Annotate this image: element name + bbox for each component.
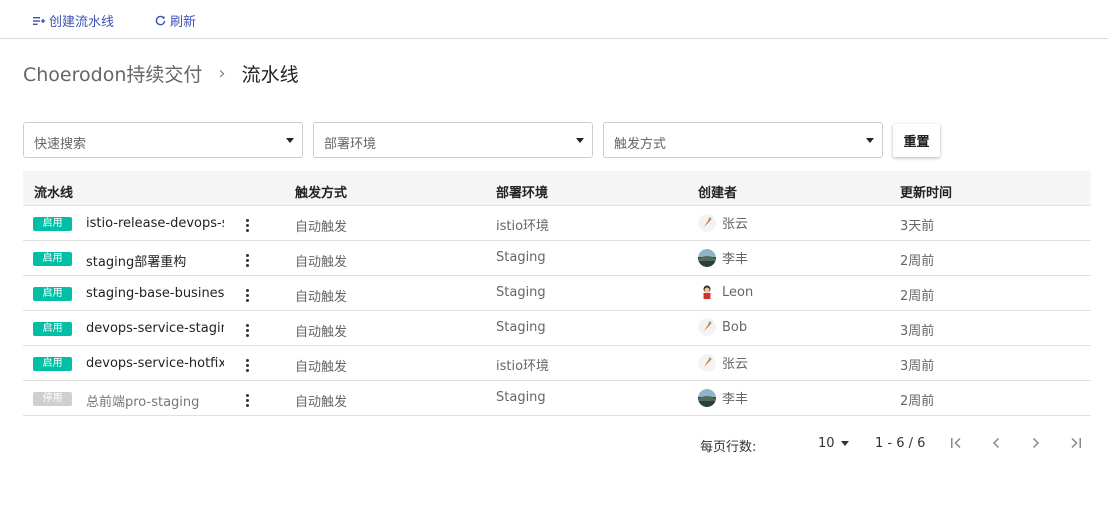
pipeline-name[interactable]: staging部署重构 xyxy=(86,251,224,270)
creator-cell: Bob xyxy=(698,318,747,336)
more-actions-icon[interactable] xyxy=(243,359,251,373)
table-row[interactable]: 停用 总前端pro-staging 自动触发 Staging 李丰 2周前 xyxy=(23,381,1091,416)
trigger-cell: 自动触发 xyxy=(295,220,348,235)
creator-name: Leon xyxy=(722,284,754,300)
status-badge: 启用 xyxy=(33,252,72,266)
creator-name: Bob xyxy=(722,319,748,335)
table-row[interactable]: 启用 staging-base-business 自动触发 Staging Leon 2周… xyxy=(23,276,1091,311)
env-select[interactable]: 部署环境 xyxy=(313,122,593,158)
env-cell: Staging xyxy=(496,250,546,265)
avatar xyxy=(698,388,716,407)
env-cell: istio环境 xyxy=(496,359,550,374)
table-row[interactable]: 启用 devops-service-staging 自动触发 Staging Bob 3周… xyxy=(23,311,1091,346)
rows-per-page-select[interactable]: 10 xyxy=(818,436,849,451)
env-cell: Staging xyxy=(496,390,546,405)
pipeline-name[interactable]: devops-service-staging xyxy=(86,321,224,336)
column-header-env[interactable]: 部署环境 xyxy=(496,182,548,201)
status-badge: 启用 xyxy=(33,357,72,371)
updated-cell: 3天前 xyxy=(900,219,935,234)
table-row[interactable]: 启用 devops-service-hotfix 自动触发 istio环境 张云 3周前 xyxy=(23,346,1091,381)
refresh-button[interactable]: 刷新 xyxy=(155,11,196,30)
env-placeholder: 部署环境 xyxy=(324,137,377,152)
pipeline-name[interactable]: devops-service-hotfix xyxy=(86,356,224,371)
creator-name: 李丰 xyxy=(722,392,749,407)
updated-cell: 2周前 xyxy=(900,394,935,409)
next-page-icon[interactable] xyxy=(1030,436,1042,454)
breadcrumb-separator-icon: › xyxy=(218,63,226,84)
rows-per-page-value: 10 xyxy=(818,436,835,451)
quick-search-placeholder: 快速搜索 xyxy=(34,137,87,152)
column-header-trigger[interactable]: 触发方式 xyxy=(295,182,347,201)
refresh-icon xyxy=(155,15,166,26)
creator-name: 张云 xyxy=(722,217,749,232)
creator-cell: 李丰 xyxy=(698,248,748,267)
page-title: 流水线 xyxy=(241,64,299,86)
updated-cell: 2周前 xyxy=(900,289,935,304)
updated-cell: 3周前 xyxy=(900,359,935,374)
creator-cell: 李丰 xyxy=(698,388,748,407)
trigger-placeholder: 触发方式 xyxy=(614,137,667,152)
trigger-select[interactable]: 触发方式 xyxy=(603,122,883,158)
pipeline-name[interactable]: istio-release-devops-ser xyxy=(86,216,224,231)
caret-down-icon xyxy=(840,441,849,446)
env-cell: Staging xyxy=(496,285,546,300)
status-badge: 启用 xyxy=(33,217,72,231)
more-actions-icon[interactable] xyxy=(243,219,251,233)
column-header-updated[interactable]: 更新时间 xyxy=(900,182,952,201)
avatar xyxy=(698,248,716,267)
reset-button[interactable]: 重置 xyxy=(893,124,940,157)
table-header: 流水线 触发方式 部署环境 创建者 更新时间 xyxy=(23,171,1091,206)
first-page-icon[interactable] xyxy=(949,436,963,454)
more-actions-icon[interactable] xyxy=(243,254,251,268)
caret-down-icon xyxy=(866,138,874,143)
more-actions-icon[interactable] xyxy=(243,324,251,338)
avatar xyxy=(698,213,716,232)
trigger-cell: 自动触发 xyxy=(295,255,348,270)
caret-down-icon xyxy=(576,138,584,143)
trigger-cell: 自动触发 xyxy=(295,290,348,305)
trigger-cell: 自动触发 xyxy=(295,360,348,375)
creator-cell: 张云 xyxy=(698,353,748,372)
create-pipeline-label: 创建流水线 xyxy=(49,15,115,30)
env-cell: Staging xyxy=(496,320,546,335)
pipeline-name[interactable]: staging-base-business xyxy=(86,286,224,301)
top-toolbar: 创建流水线 刷新 xyxy=(0,0,1108,39)
breadcrumb-root[interactable]: Choerodon持续交付 xyxy=(23,60,202,87)
avatar xyxy=(698,353,716,372)
table-row[interactable]: 启用 istio-release-devops-ser 自动触发 istio环境 张云 3… xyxy=(23,206,1091,241)
playlist-add-icon xyxy=(33,16,45,26)
status-badge: 启用 xyxy=(33,287,72,301)
status-badge: 启用 xyxy=(33,322,72,336)
column-header-pipeline[interactable]: 流水线 xyxy=(34,182,73,201)
table-body: 启用istio-release-devops-ser自动触发istio环境张云3… xyxy=(23,206,1091,416)
column-header-creator[interactable]: 创建者 xyxy=(698,182,737,201)
create-pipeline-button[interactable]: 创建流水线 xyxy=(33,11,114,30)
creator-cell: Leon xyxy=(698,283,753,301)
more-actions-icon[interactable] xyxy=(243,394,251,408)
prev-page-icon[interactable] xyxy=(990,436,1002,454)
quick-search-select[interactable]: 快速搜索 xyxy=(23,122,303,158)
caret-down-icon xyxy=(286,138,294,143)
avatar xyxy=(698,318,716,336)
trigger-cell: 自动触发 xyxy=(295,325,348,340)
pipeline-table: 流水线 触发方式 部署环境 创建者 更新时间 启用 istio-release-d… xyxy=(23,171,1091,416)
avatar xyxy=(698,283,716,301)
more-actions-icon[interactable] xyxy=(243,289,251,303)
breadcrumb: Choerodon持续交付 › 流水线 xyxy=(23,60,299,87)
pagination-range: 1 - 6 / 6 xyxy=(875,436,926,451)
creator-name: 张云 xyxy=(722,357,749,372)
env-cell: istio环境 xyxy=(496,219,550,234)
creator-name: 李丰 xyxy=(722,252,749,267)
trigger-cell: 自动触发 xyxy=(295,395,348,410)
table-row[interactable]: 启用 staging部署重构 自动触发 Staging 李丰 2周前 xyxy=(23,241,1091,276)
status-badge: 停用 xyxy=(33,392,72,406)
updated-cell: 2周前 xyxy=(900,254,935,269)
last-page-icon[interactable] xyxy=(1069,436,1083,454)
rows-per-page-label: 每页行数: xyxy=(700,440,757,455)
creator-cell: 张云 xyxy=(698,213,748,232)
updated-cell: 3周前 xyxy=(900,324,935,339)
refresh-label: 刷新 xyxy=(170,15,197,30)
pipeline-name[interactable]: 总前端pro-staging xyxy=(86,391,224,410)
